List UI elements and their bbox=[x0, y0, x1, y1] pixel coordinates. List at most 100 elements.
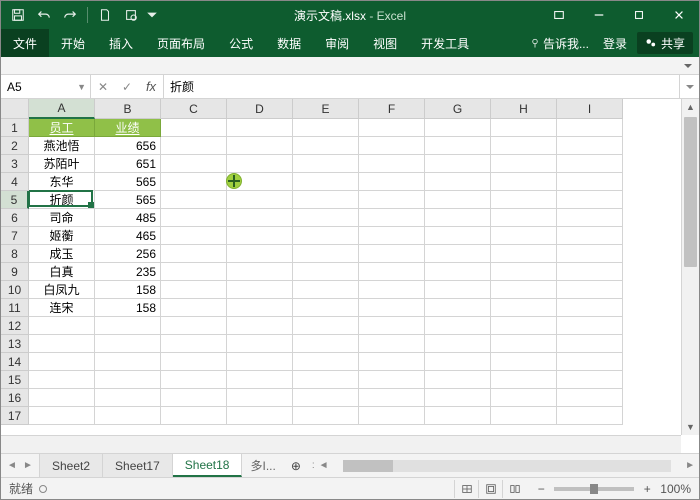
view-pagebreak-button[interactable] bbox=[502, 480, 526, 498]
cell[interactable] bbox=[557, 245, 623, 263]
cell[interactable] bbox=[227, 389, 293, 407]
cell[interactable] bbox=[425, 191, 491, 209]
select-all-corner[interactable] bbox=[1, 99, 29, 119]
cell[interactable] bbox=[293, 155, 359, 173]
cell[interactable] bbox=[425, 119, 491, 137]
cell[interactable] bbox=[227, 119, 293, 137]
cell[interactable] bbox=[293, 245, 359, 263]
cell[interactable] bbox=[425, 173, 491, 191]
cell[interactable]: 司命 bbox=[29, 209, 95, 227]
cell[interactable] bbox=[491, 317, 557, 335]
cell[interactable] bbox=[161, 227, 227, 245]
cell[interactable] bbox=[293, 335, 359, 353]
cell[interactable] bbox=[491, 263, 557, 281]
cell[interactable]: 白凤九 bbox=[29, 281, 95, 299]
cell[interactable] bbox=[557, 155, 623, 173]
row-header[interactable]: 5 bbox=[1, 191, 29, 209]
column-header[interactable]: A bbox=[29, 99, 95, 119]
print-preview-button[interactable] bbox=[120, 4, 142, 26]
cell[interactable] bbox=[425, 209, 491, 227]
row-header[interactable]: 9 bbox=[1, 263, 29, 281]
column-header[interactable]: C bbox=[161, 99, 227, 119]
cell[interactable] bbox=[227, 227, 293, 245]
cell[interactable] bbox=[227, 245, 293, 263]
row-header[interactable]: 15 bbox=[1, 371, 29, 389]
column-header[interactable]: H bbox=[491, 99, 557, 119]
cell[interactable] bbox=[161, 389, 227, 407]
cell[interactable] bbox=[491, 173, 557, 191]
cell[interactable] bbox=[557, 137, 623, 155]
cell[interactable] bbox=[425, 353, 491, 371]
cell[interactable] bbox=[95, 389, 161, 407]
sheet-tab-more[interactable]: 多I ... bbox=[242, 454, 283, 477]
cell[interactable] bbox=[95, 371, 161, 389]
cell[interactable]: 折颜 bbox=[29, 191, 95, 209]
ribbon-options-button[interactable] bbox=[539, 1, 579, 29]
cell[interactable] bbox=[161, 335, 227, 353]
cell[interactable] bbox=[161, 353, 227, 371]
zoom-level[interactable]: 100% bbox=[660, 482, 691, 496]
sheet-tab[interactable]: Sheet17 bbox=[103, 454, 173, 477]
save-button[interactable] bbox=[7, 4, 29, 26]
horizontal-scrollbar[interactable]: :◄ ► bbox=[308, 454, 699, 477]
maximize-button[interactable] bbox=[619, 1, 659, 29]
cell[interactable] bbox=[227, 137, 293, 155]
cell[interactable] bbox=[557, 191, 623, 209]
cell[interactable] bbox=[161, 317, 227, 335]
tab-file[interactable]: 文件 bbox=[1, 29, 49, 57]
cell[interactable] bbox=[491, 281, 557, 299]
cell[interactable] bbox=[29, 335, 95, 353]
cell[interactable] bbox=[425, 389, 491, 407]
cell[interactable] bbox=[293, 353, 359, 371]
cell[interactable] bbox=[557, 173, 623, 191]
cell[interactable] bbox=[491, 353, 557, 371]
cancel-formula-button[interactable]: ✕ bbox=[91, 75, 115, 98]
cell[interactable]: 565 bbox=[95, 173, 161, 191]
row-header[interactable]: 1 bbox=[1, 119, 29, 137]
column-header[interactable]: I bbox=[557, 99, 623, 119]
row-header[interactable]: 3 bbox=[1, 155, 29, 173]
cell[interactable] bbox=[425, 137, 491, 155]
cell[interactable] bbox=[293, 371, 359, 389]
cell[interactable] bbox=[95, 335, 161, 353]
row-header[interactable]: 14 bbox=[1, 353, 29, 371]
tab-view[interactable]: 视图 bbox=[361, 29, 409, 57]
cell[interactable] bbox=[491, 119, 557, 137]
cell[interactable] bbox=[359, 281, 425, 299]
share-button[interactable]: 共享 bbox=[637, 32, 693, 54]
sheet-tab[interactable]: Sheet18 bbox=[173, 454, 243, 477]
cell[interactable] bbox=[359, 263, 425, 281]
cell[interactable] bbox=[359, 389, 425, 407]
cell[interactable] bbox=[359, 227, 425, 245]
cell[interactable] bbox=[359, 371, 425, 389]
cell[interactable]: 235 bbox=[95, 263, 161, 281]
column-headers[interactable]: ABCDEFGHI bbox=[29, 99, 681, 119]
tab-insert[interactable]: 插入 bbox=[97, 29, 145, 57]
column-header[interactable]: G bbox=[425, 99, 491, 119]
column-header[interactable]: B bbox=[95, 99, 161, 119]
cell[interactable]: 苏陌叶 bbox=[29, 155, 95, 173]
view-normal-button[interactable] bbox=[454, 480, 478, 498]
cell[interactable] bbox=[161, 281, 227, 299]
cell[interactable] bbox=[293, 263, 359, 281]
cell[interactable] bbox=[425, 407, 491, 425]
cell[interactable]: 连宋 bbox=[29, 299, 95, 317]
cell[interactable] bbox=[29, 407, 95, 425]
cell[interactable]: 员工 bbox=[29, 119, 95, 137]
sheet-nav-next[interactable]: ► bbox=[21, 459, 35, 473]
cell[interactable]: 158 bbox=[95, 281, 161, 299]
qat-customize-button[interactable] bbox=[146, 4, 158, 26]
cell[interactable] bbox=[557, 371, 623, 389]
cell[interactable] bbox=[425, 371, 491, 389]
cells-area[interactable]: 员工业绩燕池悟656苏陌叶651东华565折颜565司命485姬蘅465成玉25… bbox=[29, 119, 681, 435]
column-header[interactable]: F bbox=[359, 99, 425, 119]
row-header[interactable]: 17 bbox=[1, 407, 29, 425]
cell[interactable]: 燕池悟 bbox=[29, 137, 95, 155]
zoom-in-button[interactable]: + bbox=[640, 482, 654, 496]
cell[interactable] bbox=[359, 209, 425, 227]
cell[interactable] bbox=[161, 407, 227, 425]
cell[interactable] bbox=[425, 245, 491, 263]
cell[interactable] bbox=[491, 389, 557, 407]
cell[interactable] bbox=[425, 335, 491, 353]
cell[interactable] bbox=[293, 281, 359, 299]
